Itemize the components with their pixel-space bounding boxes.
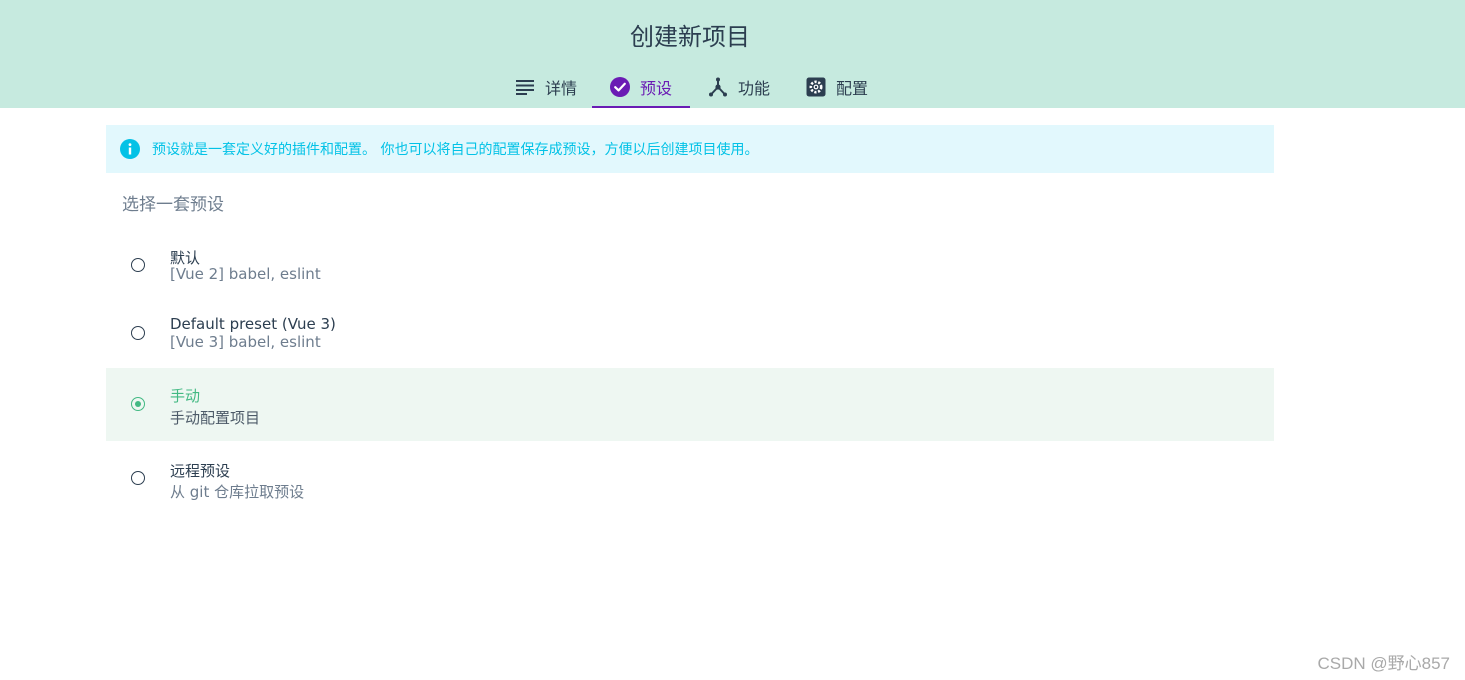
info-banner: 预设就是一套定义好的插件和配置。 你也可以将自己的配置保存成预设，方便以后创建项…: [106, 125, 1274, 173]
preset-description: [Vue 2] babel, eslint: [170, 265, 321, 283]
preset-name: 手动: [170, 387, 201, 405]
preset-option-default[interactable]: 默认 [Vue 2] babel, eslint: [106, 236, 1274, 296]
preset-name: Default preset (Vue 3): [170, 315, 336, 333]
tab-presets[interactable]: 预设: [592, 66, 690, 108]
radio-button[interactable]: [131, 258, 145, 272]
tab-details[interactable]: 详情: [500, 66, 592, 108]
radio-button[interactable]: [131, 326, 145, 340]
top-header: 创建新项目 详情 预设 功能 配置: [0, 0, 1465, 108]
tab-features[interactable]: 功能: [696, 66, 782, 108]
radio-button[interactable]: [131, 471, 145, 485]
preset-option-manual[interactable]: 手动 手动配置项目: [106, 368, 1274, 441]
page-title: 创建新项目: [630, 23, 750, 51]
preset-description: 手动配置项目: [170, 409, 261, 427]
preset-section-title: 选择一套预设: [122, 195, 224, 215]
preset-option-vue3[interactable]: Default preset (Vue 3) [Vue 3] babel, es…: [106, 302, 1274, 364]
watermark: CSDN @野心857: [1317, 654, 1450, 673]
settings-box-icon: [806, 77, 826, 97]
radio-button-checked[interactable]: [131, 397, 145, 411]
tab-features-label: 功能: [737, 79, 770, 98]
tab-config-label: 配置: [835, 79, 868, 98]
tab-config[interactable]: 配置: [794, 66, 880, 108]
preset-description: [Vue 3] babel, eslint: [170, 333, 321, 351]
preset-option-remote[interactable]: 远程预设 从 git 仓库拉取预设: [106, 446, 1274, 510]
preset-name: 远程预设: [170, 462, 231, 480]
preset-description: 从 git 仓库拉取预设: [170, 483, 305, 501]
list-icon: [515, 77, 535, 97]
check-circle-icon: [609, 77, 630, 97]
tab-details-label: 详情: [544, 79, 577, 98]
merge-type-icon: [708, 77, 728, 97]
info-icon: [120, 139, 140, 159]
info-text: 预设就是一套定义好的插件和配置。 你也可以将自己的配置保存成预设，方便以后创建项…: [152, 142, 759, 158]
tab-presets-label: 预设: [639, 79, 672, 98]
